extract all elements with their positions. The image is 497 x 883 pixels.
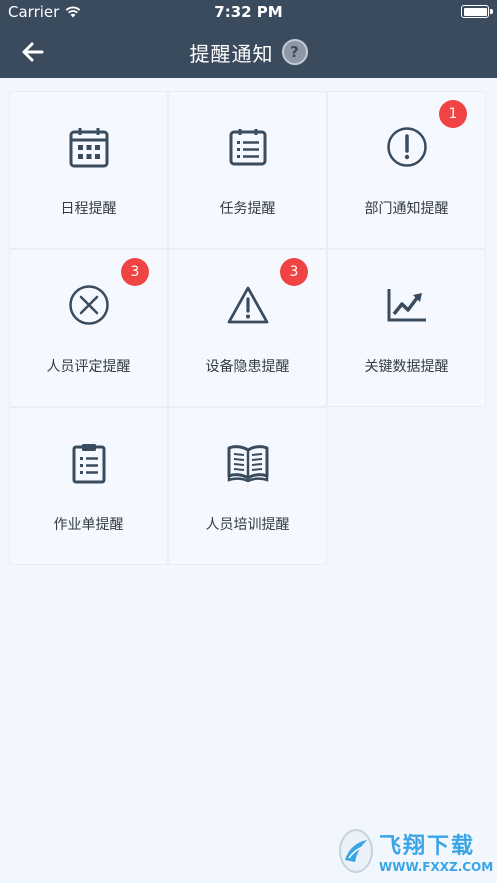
tile-label: 部门通知提醒: [364, 201, 449, 217]
warning-triangle-icon: [227, 286, 268, 324]
open-book-icon: [227, 445, 268, 483]
tile-label: 日程提醒: [60, 201, 117, 217]
tile-label: 作业单提醒: [53, 517, 124, 533]
tile-personnel-evaluation-reminder[interactable]: 3 人员评定提醒: [10, 250, 167, 406]
tile-department-notice-reminder[interactable]: 1 部门通知提醒: [328, 92, 485, 248]
tile-key-data-reminder[interactable]: 关键数据提醒: [328, 250, 485, 406]
watermark-title: 飞翔下载: [379, 834, 476, 859]
battery-icon: [461, 5, 493, 18]
watermark-logo-icon: [339, 829, 373, 873]
watermark-url: WWW.FXXZ.COM: [379, 860, 494, 874]
tile-work-order-reminder[interactable]: 作业单提醒: [10, 408, 167, 564]
title-group: 提醒通知 ?: [0, 37, 497, 67]
reminder-grid: 日程提醒 任务提醒 1 部门通知提醒 3 人员评定提醒 3 设备隐患提醒 关键数…: [10, 92, 487, 564]
tile-schedule-reminder[interactable]: 日程提醒: [10, 92, 167, 248]
tile-label: 人员培训提醒: [205, 517, 290, 533]
tile-equipment-hazard-reminder[interactable]: 3 设备隐患提醒: [169, 250, 326, 406]
nav-bar: 提醒通知 ?: [0, 26, 497, 78]
battery-fill: [463, 7, 487, 16]
tile-label: 任务提醒: [219, 201, 276, 217]
exclamation-circle-icon: [386, 127, 427, 167]
calendar-icon: [69, 128, 108, 168]
status-time: 7:32 PM: [214, 3, 283, 21]
tile-task-reminder[interactable]: 任务提醒: [169, 92, 326, 248]
empty-slot: [328, 408, 485, 564]
task-list-icon: [229, 129, 266, 166]
tile-personnel-training-reminder[interactable]: 人员培训提醒: [169, 408, 326, 564]
status-bar: Carrier 7:32 PM: [0, 0, 497, 26]
tile-label: 设备隐患提醒: [205, 359, 290, 375]
help-button[interactable]: ?: [281, 39, 308, 65]
close-circle-icon: [68, 285, 109, 325]
watermark: 飞翔下载 WWW.FXXZ.COM: [339, 827, 493, 875]
clipboard-icon: [72, 444, 105, 484]
trend-chart-icon: [387, 289, 426, 322]
tile-label: 关键数据提醒: [364, 359, 449, 375]
tile-label: 人员评定提醒: [46, 359, 131, 375]
page-title: 提醒通知: [189, 41, 274, 66]
